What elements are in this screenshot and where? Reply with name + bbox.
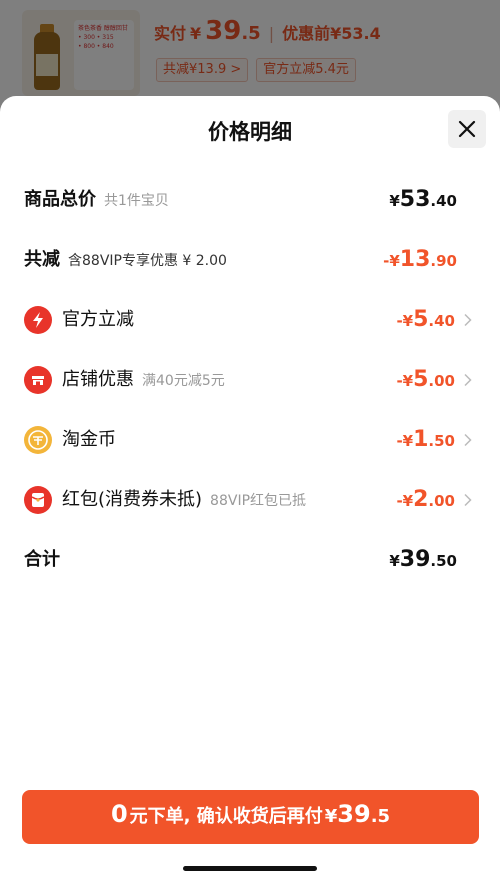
row-label-text: 店铺优惠 [62,369,134,390]
row-amount: ¥39.50 [389,540,457,580]
cta-currency: ¥ [324,806,338,827]
amount-currency: -¥ [396,492,414,510]
amount-integer: 5 [413,367,429,392]
row-sublabel: 满40元减5元 [142,373,225,389]
cta-integer: 39 [337,800,371,828]
amount-decimal: .90 [430,252,457,270]
amount-currency: ¥ [389,552,400,570]
price-detail-sheet: 价格明细 商品总价 共1件宝贝 ¥53.40 共减 含88VIP专享优惠 ¥ 2.0… [0,96,500,883]
chevron-right-icon [464,493,472,507]
amount-integer: 2 [413,487,429,512]
amount-decimal: .50 [428,432,455,450]
row-total-reduction: 共减 含88VIP专享优惠 ¥ 2.00 -¥13.90 [0,240,500,280]
row-store-discount[interactable]: 店铺优惠 满40元减5元 -¥5.00 [0,360,500,400]
row-taojinbi-coin[interactable]: 淘金币 -¥1.50 [0,420,500,460]
row-sublabel: 88VIP红包已抵 [210,493,307,509]
row-label: 官方立减 [62,309,134,330]
sheet-title: 价格明细 [208,120,292,144]
red-packet-icon [24,486,52,514]
row-item-total: 商品总价 共1件宝贝 ¥53.40 [0,180,500,220]
cta-decimal: .5 [370,806,391,827]
amount-integer: 5 [413,307,429,332]
cta-text: 元下单, 确认收货后再付 [129,806,323,827]
row-amount: ¥53.40 [389,180,457,220]
amount-decimal: .40 [428,312,455,330]
lightning-icon [24,306,52,334]
row-label: 共减 含88VIP专享优惠 ¥ 2.00 [24,240,227,280]
chevron-right-icon [464,433,472,447]
amount-currency: -¥ [396,432,414,450]
row-label: 店铺优惠 满40元减5元 [62,360,225,400]
amount-decimal: .00 [428,372,455,390]
amount-currency: -¥ [396,372,414,390]
pay-later-order-button[interactable]: 0 元下单, 确认收货后再付 ¥ 39 .5 [22,790,479,844]
row-official-discount[interactable]: 官方立减 -¥5.40 [0,300,500,340]
amount-integer: 1 [413,427,429,452]
close-button[interactable] [448,110,486,148]
amount-integer: 39 [399,547,431,572]
row-label: 淘金币 [62,429,116,450]
chevron-right-icon [464,373,472,387]
amount-integer: 53 [399,187,431,212]
row-amount: -¥2.00 [396,480,455,520]
row-sublabel: 含88VIP专享优惠 ¥ 2.00 [68,253,227,269]
row-label-text: 共减 [24,249,60,270]
cta-zero: 0 [110,800,128,828]
row-label: 商品总价 共1件宝贝 [24,180,169,220]
amount-decimal: .40 [430,192,457,210]
amount-currency: ¥ [389,192,400,210]
close-icon [458,120,476,138]
row-label-text: 商品总价 [24,189,96,210]
row-label: 红包(消费券未抵) 88VIP红包已抵 [62,480,306,520]
row-red-packet[interactable]: 红包(消费券未抵) 88VIP红包已抵 -¥2.00 [0,480,500,520]
row-sublabel: 共1件宝贝 [104,193,169,209]
row-amount: -¥13.90 [383,240,457,280]
row-amount: -¥1.50 [396,420,455,460]
amount-currency: -¥ [396,312,414,330]
row-label-text: 红包(消费券未抵) [62,489,203,510]
store-icon [24,366,52,394]
amount-decimal: .00 [428,492,455,510]
home-indicator[interactable] [183,866,317,871]
row-amount: -¥5.40 [396,300,455,340]
amount-decimal: .50 [430,552,457,570]
row-label: 合计 [24,549,60,570]
amount-currency: -¥ [383,252,400,270]
row-sum-total: 合计 ¥39.50 [0,540,500,580]
coin-icon [24,426,52,454]
chevron-right-icon [464,313,472,327]
row-amount: -¥5.00 [396,360,455,400]
amount-integer: 13 [399,247,431,272]
